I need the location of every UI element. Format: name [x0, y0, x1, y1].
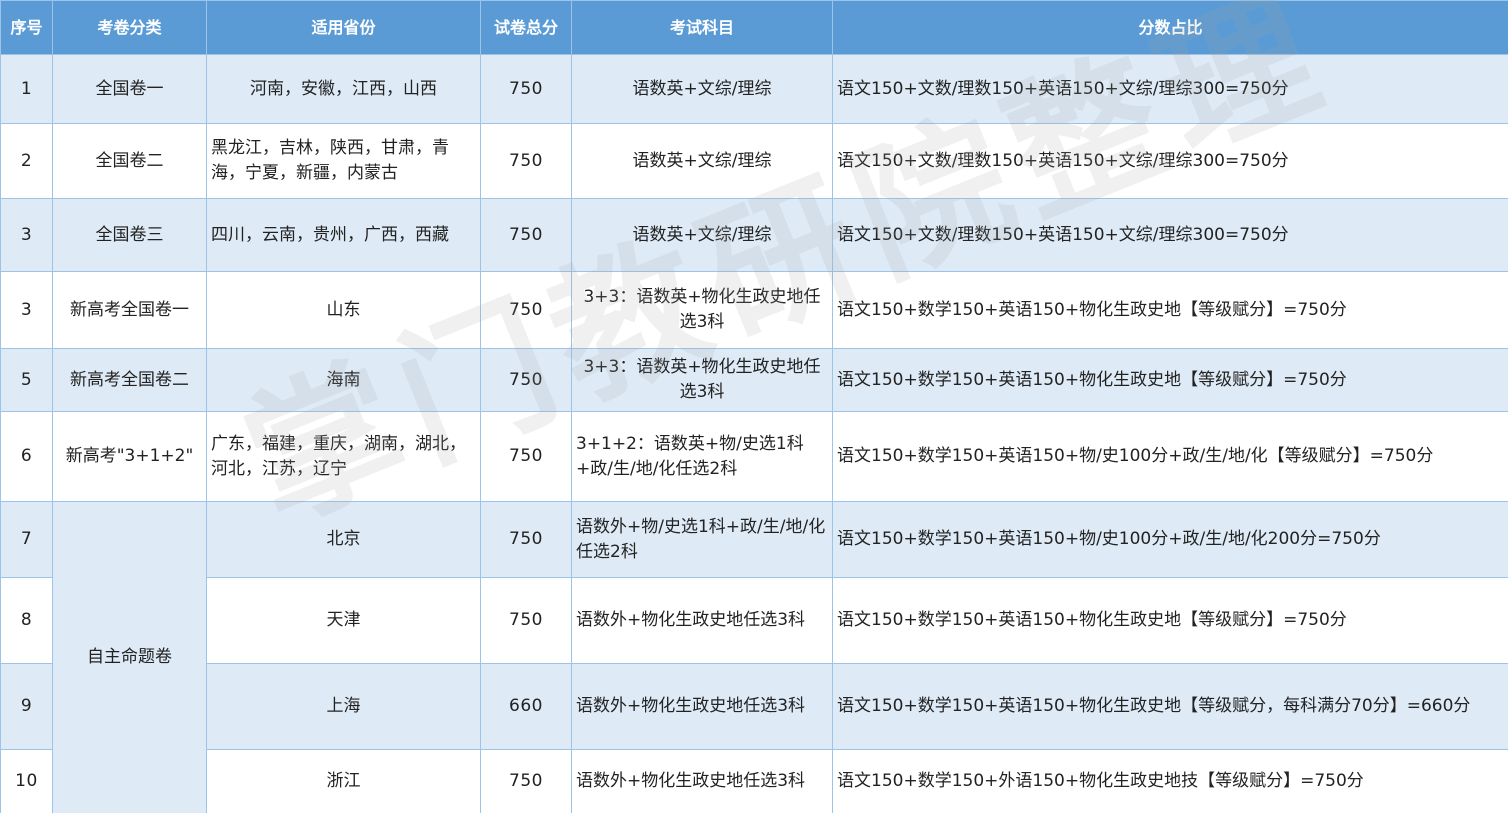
cell-provinces: 河南，安徽，江西，山西 [206, 54, 481, 124]
cell-subjects: 语数外+物化生政史地任选3科 [571, 749, 833, 813]
table-row: 2 全国卷二 黑龙江，吉林，陕西，甘肃，青海，宁夏，新疆，内蒙古 750 语数英… [0, 123, 1508, 199]
cell-total: 750 [480, 198, 572, 272]
cell-total: 750 [480, 54, 572, 124]
cell-ratio: 语文150+数学150+英语150+物化生政史地【等级赋分，每科满分70分】=6… [832, 663, 1508, 750]
cell-ratio: 语文150+数学150+英语150+物化生政史地【等级赋分】=750分 [832, 271, 1508, 349]
cell-no: 8 [0, 577, 53, 664]
cell-provinces: 海南 [206, 348, 481, 412]
cell-no: 3 [0, 271, 53, 349]
cell-provinces: 北京 [206, 501, 481, 578]
cell-no: 2 [0, 123, 53, 199]
header-row: 序号 考卷分类 适用省份 试卷总分 考试科目 分数占比 [0, 0, 1508, 55]
cell-no: 6 [0, 411, 53, 502]
cell-total: 750 [480, 411, 572, 502]
cell-category: 新高考全国卷二 [52, 348, 207, 412]
cell-ratio: 语文150+数学150+英语150+物/史100分+政/生/地/化200分=75… [832, 501, 1508, 578]
cell-ratio: 语文150+文数/理数150+英语150+文综/理综300=750分 [832, 198, 1508, 272]
header-subjects: 考试科目 [571, 0, 833, 55]
cell-category: 新高考全国卷一 [52, 271, 207, 349]
cell-subjects: 语数英+文综/理综 [571, 54, 833, 124]
cell-total: 750 [480, 348, 572, 412]
cell-category: 全国卷一 [52, 54, 207, 124]
cell-no: 5 [0, 348, 53, 412]
cell-no: 10 [0, 749, 53, 813]
cell-subjects: 3+3：语数英+物化生政史地任选3科 [571, 348, 833, 412]
header-no: 序号 [0, 0, 53, 55]
cell-no: 3 [0, 198, 53, 272]
header-category: 考卷分类 [52, 0, 207, 55]
cell-category: 全国卷二 [52, 123, 207, 199]
table-row: 6 新高考"3+1+2" 广东，福建，重庆，湖南，湖北，河北，江苏，辽宁 750… [0, 411, 1508, 502]
cell-provinces: 天津 [206, 577, 481, 664]
table-row: 3 全国卷三 四川，云南，贵州，广西，西藏 750 语数英+文综/理综 语文15… [0, 198, 1508, 272]
cell-total: 750 [480, 271, 572, 349]
cell-category-merged: 自主命题卷 [52, 501, 207, 813]
cell-ratio: 语文150+文数/理数150+英语150+文综/理综300=750分 [832, 123, 1508, 199]
cell-provinces: 山东 [206, 271, 481, 349]
cell-provinces: 广东，福建，重庆，湖南，湖北，河北，江苏，辽宁 [206, 411, 481, 502]
cell-total: 750 [480, 749, 572, 813]
cell-no: 9 [0, 663, 53, 750]
cell-subjects: 语数英+文综/理综 [571, 123, 833, 199]
cell-category: 新高考"3+1+2" [52, 411, 207, 502]
cell-provinces: 四川，云南，贵州，广西，西藏 [206, 198, 481, 272]
cell-subjects: 语数外+物化生政史地任选3科 [571, 577, 833, 664]
table-row: 7 自主命题卷 北京 750 语数外+物/史选1科+政/生/地/化任选2科 语文… [0, 501, 1508, 813]
table-row: 1 全国卷一 河南，安徽，江西，山西 750 语数英+文综/理综 语文150+文… [0, 54, 1508, 124]
table-row: 10 浙江 750 语数外+物化生政史地任选3科 语文150+数学150+外语1… [0, 749, 1508, 813]
table-row: 9 上海 660 语数外+物化生政史地任选3科 语文150+数学150+英语15… [0, 663, 1508, 750]
cell-subjects: 3+1+2：语数英+物/史选1科+政/生/地/化任选2科 [571, 411, 833, 502]
exam-table-container: 序号 考卷分类 适用省份 试卷总分 考试科目 分数占比 1 全国卷一 河南，安徽… [0, 0, 1508, 813]
cell-total: 750 [480, 577, 572, 664]
cell-ratio: 语文150+数学150+英语150+物化生政史地【等级赋分】=750分 [832, 577, 1508, 664]
table-row: 8 天津 750 语数外+物化生政史地任选3科 语文150+数学150+英语15… [0, 577, 1508, 664]
cell-subjects: 语数外+物化生政史地任选3科 [571, 663, 833, 750]
header-ratio: 分数占比 [832, 0, 1508, 55]
cell-total: 660 [480, 663, 572, 750]
cell-provinces: 浙江 [206, 749, 481, 813]
cell-ratio: 语文150+文数/理数150+英语150+文综/理综300=750分 [832, 54, 1508, 124]
header-total: 试卷总分 [480, 0, 572, 55]
cell-provinces: 上海 [206, 663, 481, 750]
cell-subjects: 语数外+物/史选1科+政/生/地/化任选2科 [571, 501, 833, 578]
cell-ratio: 语文150+数学150+外语150+物化生政史地技【等级赋分】=750分 [832, 749, 1508, 813]
cell-no: 1 [0, 54, 53, 124]
cell-subjects: 3+3：语数英+物化生政史地任选3科 [571, 271, 833, 349]
cell-total: 750 [480, 123, 572, 199]
cell-ratio: 语文150+数学150+英语150+物化生政史地【等级赋分】=750分 [832, 348, 1508, 412]
cell-provinces: 黑龙江，吉林，陕西，甘肃，青海，宁夏，新疆，内蒙古 [206, 123, 481, 199]
header-provinces: 适用省份 [206, 0, 481, 55]
table-row: 5 新高考全国卷二 海南 750 3+3：语数英+物化生政史地任选3科 语文15… [0, 348, 1508, 412]
cell-ratio: 语文150+数学150+英语150+物/史100分+政/生/地/化【等级赋分】=… [832, 411, 1508, 502]
cell-subjects: 语数英+文综/理综 [571, 198, 833, 272]
cell-category: 全国卷三 [52, 198, 207, 272]
cell-no: 7 [0, 501, 53, 578]
cell-total: 750 [480, 501, 572, 578]
exam-table: 序号 考卷分类 适用省份 试卷总分 考试科目 分数占比 1 全国卷一 河南，安徽… [0, 0, 1508, 813]
table-row: 3 新高考全国卷一 山东 750 3+3：语数英+物化生政史地任选3科 语文15… [0, 271, 1508, 349]
